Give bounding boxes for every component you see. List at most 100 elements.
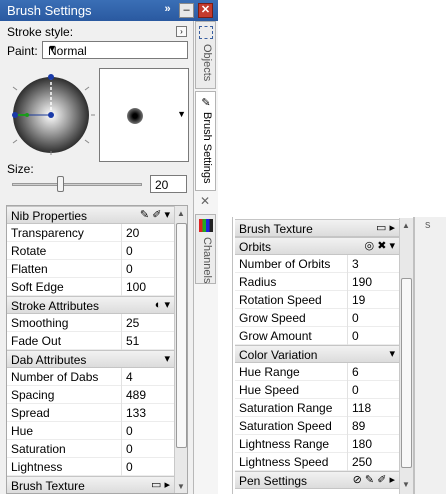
group-header[interactable]: Pen Settings ⊘ ✎ ✐ ▸ — [235, 471, 399, 489]
group-tools-icon[interactable]: ▭ ▸ — [376, 221, 395, 234]
paint-mode-select[interactable]: Normal ▼ — [42, 41, 188, 59]
tab-brush-settings[interactable]: ✎ Brush Settings — [195, 91, 216, 191]
property-value[interactable]: 19 — [352, 293, 365, 307]
property-value[interactable]: 489 — [126, 388, 146, 402]
left-grid-scrollbar[interactable]: ▲ ▼ — [174, 206, 187, 493]
close-icon[interactable]: ✕ — [198, 3, 213, 18]
column-divider — [347, 363, 348, 381]
property-row[interactable]: Hue Speed 0 — [235, 381, 399, 399]
property-value[interactable]: 190 — [352, 275, 372, 289]
property-row[interactable]: Hue Range 6 — [235, 363, 399, 381]
property-name: Spacing — [11, 388, 55, 402]
group-tools-icon[interactable]: ◐ ▾ — [155, 298, 170, 311]
group-header[interactable]: Nib Properties ✎ ✐ ▾ — [7, 206, 174, 224]
property-row[interactable]: Smoothing 25 — [7, 314, 174, 332]
property-row[interactable]: Fade Out 51 — [7, 332, 174, 350]
left-grid-scroll-thumb[interactable] — [176, 223, 187, 448]
property-value[interactable]: 250 — [352, 455, 372, 469]
property-row[interactable]: Soft Edge 100 — [7, 278, 174, 296]
minimize-icon[interactable]: – — [179, 3, 194, 18]
property-row[interactable]: Lightness Speed 250 — [235, 453, 399, 471]
property-row[interactable]: Hue 0 — [7, 422, 174, 440]
property-row[interactable]: Lightness 0 — [7, 458, 174, 476]
property-value[interactable]: 25 — [126, 316, 139, 330]
property-value[interactable]: 100 — [126, 280, 146, 294]
property-value[interactable]: 118 — [352, 401, 371, 415]
group-header-label: Brush Texture — [11, 479, 85, 493]
property-name: Number of Dabs — [11, 370, 99, 384]
property-value[interactable]: 89 — [352, 419, 365, 433]
column-divider — [347, 327, 348, 345]
property-value[interactable]: 0 — [352, 383, 359, 397]
property-row[interactable]: Saturation Range 118 — [235, 399, 399, 417]
group-tools-icon[interactable]: ▾ — [389, 347, 395, 360]
property-value[interactable]: 0 — [352, 311, 359, 325]
size-slider-track[interactable] — [12, 183, 142, 186]
property-value[interactable]: 3 — [352, 257, 359, 271]
property-value[interactable]: 0 — [126, 460, 133, 474]
property-row[interactable]: Grow Speed 0 — [235, 309, 399, 327]
property-row[interactable]: Transparency 20 — [7, 224, 174, 242]
property-name: Rotate — [11, 244, 47, 258]
stroke-style-expand-icon[interactable]: › — [176, 26, 187, 37]
column-divider — [121, 278, 122, 296]
chevron-down-icon[interactable]: ▼ — [177, 109, 186, 119]
size-slider-thumb[interactable] — [57, 176, 64, 192]
group-header[interactable]: Stroke Attributes ◐ ▾ — [7, 296, 174, 314]
property-value[interactable]: 0 — [126, 424, 133, 438]
brush-angle-control[interactable] — [7, 65, 97, 160]
group-tools-icon[interactable]: ▭ ▸ — [151, 478, 170, 491]
property-value[interactable]: 20 — [126, 226, 139, 240]
scroll-down-icon[interactable]: ▼ — [177, 482, 185, 491]
property-name: Transparency — [11, 226, 84, 240]
group-header[interactable]: Orbits ◎ ✖ ▾ — [235, 237, 399, 255]
property-value[interactable]: 0 — [126, 244, 133, 258]
property-value[interactable]: 51 — [126, 334, 139, 348]
collapse-docker-icon[interactable]: » — [160, 3, 175, 18]
property-value[interactable]: 0 — [126, 442, 133, 456]
property-row[interactable]: Rotation Speed 19 — [235, 291, 399, 309]
docker-tabstrip: Objects ✎ Brush Settings ✕ Channels — [194, 21, 218, 494]
scroll-up-icon[interactable]: ▲ — [402, 221, 410, 230]
group-tools-icon[interactable]: ⊘ ✎ ✐ ▸ — [353, 473, 395, 486]
column-divider — [347, 273, 348, 291]
tab-objects[interactable]: Objects — [195, 21, 216, 89]
scroll-down-icon[interactable]: ▼ — [402, 480, 410, 489]
property-row[interactable]: Flatten 0 — [7, 260, 174, 278]
tab-channels[interactable]: Channels — [195, 214, 216, 284]
group-tools-icon[interactable]: ◎ ✖ ▾ — [365, 239, 395, 252]
property-row[interactable]: Spacing 489 — [7, 386, 174, 404]
property-value[interactable]: 133 — [126, 406, 146, 420]
group-header[interactable]: Brush Texture ▭ ▸ — [235, 219, 399, 237]
property-value[interactable]: 4 — [126, 370, 133, 384]
group-header[interactable]: Dab Attributes ▾ — [7, 350, 174, 368]
group-tools-icon[interactable]: ✎ ✐ ▾ — [140, 208, 170, 221]
scroll-up-icon[interactable]: ▲ — [177, 209, 185, 218]
brush-preview[interactable]: ▼ — [99, 68, 189, 162]
group-header[interactable]: Brush Texture ▭ ▸ — [7, 476, 174, 493]
size-input[interactable]: 20 — [150, 175, 187, 193]
property-name: Lightness — [11, 460, 63, 474]
right-grid-scrollbar[interactable]: ▲ ▼ — [399, 218, 413, 494]
property-row[interactable]: Rotate 0 — [7, 242, 174, 260]
column-divider — [121, 386, 122, 404]
property-row[interactable]: Spread 133 — [7, 404, 174, 422]
group-header-label: Pen Settings — [239, 474, 308, 488]
property-value[interactable]: 0 — [352, 329, 359, 343]
right-grid-scroll-thumb[interactable] — [401, 278, 412, 468]
property-row[interactable]: Saturation 0 — [7, 440, 174, 458]
property-row[interactable]: Lightness Range 180 — [235, 435, 399, 453]
property-value[interactable]: 180 — [352, 437, 372, 451]
property-row[interactable]: Grow Amount 0 — [235, 327, 399, 345]
left-property-grid: ▲ ▼ Nib Properties ✎ ✐ ▾ Transparency 20 Rot… — [6, 205, 188, 494]
property-row[interactable]: Number of Orbits 3 — [235, 255, 399, 273]
objects-icon — [199, 26, 213, 39]
property-row[interactable]: Saturation Speed 89 — [235, 417, 399, 435]
property-row[interactable]: Number of Dabs 4 — [7, 368, 174, 386]
group-header[interactable]: Color Variation ▾ — [235, 345, 399, 363]
property-value[interactable]: 6 — [352, 365, 359, 379]
group-tools-icon[interactable]: ▾ — [164, 352, 170, 365]
close-tab-icon[interactable]: ✕ — [200, 194, 210, 208]
property-row[interactable]: Radius 190 — [235, 273, 399, 291]
property-value[interactable]: 0 — [126, 262, 133, 276]
